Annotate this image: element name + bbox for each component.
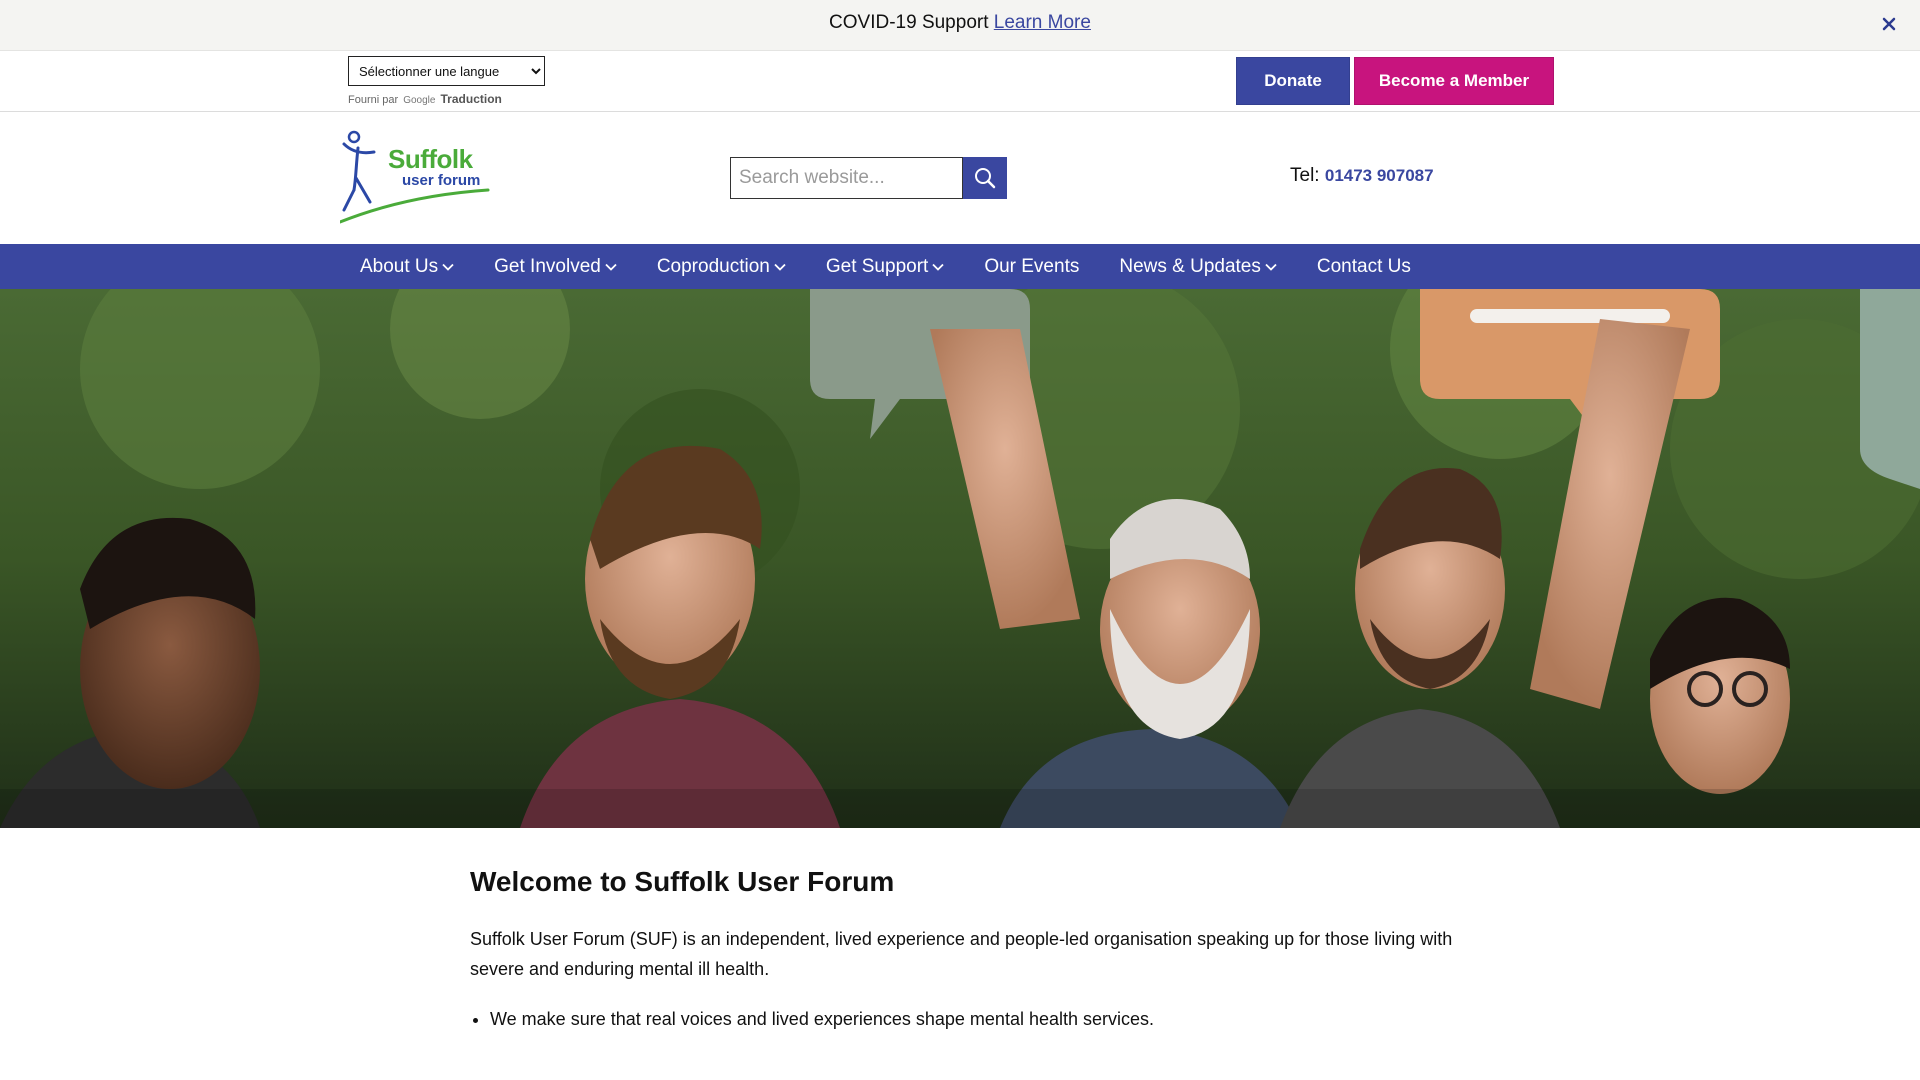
site-header: Suffolk user forum Tel: 01473 907087 — [0, 112, 1920, 244]
nav-item-about-us[interactable]: About Us — [360, 256, 454, 278]
hero-illustration — [0, 289, 1920, 828]
learn-more-link[interactable]: Learn More — [994, 12, 1091, 33]
nav-item-get-support[interactable]: Get Support — [826, 256, 944, 278]
chevron-down-icon — [774, 263, 786, 271]
page-title: Welcome to Suffolk User Forum — [470, 866, 895, 897]
logo-text-suffolk: Suffolk — [388, 144, 473, 174]
chevron-down-icon — [442, 263, 454, 271]
become-member-button[interactable]: Become a Member — [1354, 57, 1554, 105]
covid-banner-text: COVID-19 Support Learn More — [0, 12, 1920, 34]
nav-item-contact-us[interactable]: Contact Us — [1317, 256, 1411, 278]
search-button[interactable] — [963, 157, 1007, 199]
hero-image — [0, 289, 1920, 828]
search-input[interactable] — [730, 157, 963, 199]
mission-list: We make sure that real voices and lived … — [470, 1004, 1470, 1034]
nav-list: About Us Get Involved Coproduction Get S… — [360, 244, 1451, 289]
nav-item-label: News & Updates — [1119, 255, 1261, 277]
site-logo[interactable]: Suffolk user forum — [340, 130, 490, 225]
nav-item-get-involved[interactable]: Get Involved — [494, 256, 617, 278]
nav-item-label: Get Support — [825, 255, 929, 277]
nav-item-coproduction[interactable]: Coproduction — [657, 256, 786, 278]
close-icon[interactable] — [1878, 13, 1900, 35]
telephone-number-link[interactable]: 01473 907087 — [1325, 166, 1434, 185]
nav-item-label: About Us — [360, 255, 439, 277]
intro-paragraph: Suffolk User Forum (SUF) is an independe… — [470, 929, 1453, 979]
google-translate-credit: Fourni par Google Traduction — [348, 92, 502, 106]
nav-item-label: Our Events — [984, 255, 1080, 277]
chevron-down-icon — [1265, 263, 1277, 271]
covid-banner: COVID-19 Support Learn More — [0, 0, 1920, 51]
chevron-down-icon — [605, 263, 617, 271]
chevron-down-icon — [932, 263, 944, 271]
list-item: We make sure that real voices and lived … — [490, 1004, 1470, 1034]
covid-banner-label: COVID-19 Support — [829, 12, 989, 33]
main-content: Welcome to Suffolk User Forum Suffolk Us… — [470, 866, 1470, 1034]
telephone-label: Tel: — [1290, 165, 1320, 186]
nav-item-label: Contact Us — [1316, 255, 1411, 277]
search-icon — [975, 168, 996, 189]
logo-text-user-forum: user forum — [402, 172, 481, 189]
google-logo: Google — [403, 95, 436, 106]
nav-item-news-updates[interactable]: News & Updates — [1119, 256, 1277, 278]
powered-by-label: Fourni par — [348, 94, 399, 106]
language-select[interactable]: Sélectionner une langue — [348, 56, 545, 86]
telephone: Tel: 01473 907087 — [1290, 165, 1434, 187]
main-navigation: About Us Get Involved Coproduction Get S… — [0, 244, 1920, 289]
nav-item-label: Coproduction — [656, 255, 770, 277]
utility-bar: Sélectionner une langue Fourni par Googl… — [0, 51, 1920, 112]
nav-item-our-events[interactable]: Our Events — [984, 256, 1079, 278]
donate-button[interactable]: Donate — [1236, 57, 1350, 105]
translate-link[interactable]: Traduction — [441, 92, 502, 106]
nav-item-label: Get Involved — [494, 255, 601, 277]
